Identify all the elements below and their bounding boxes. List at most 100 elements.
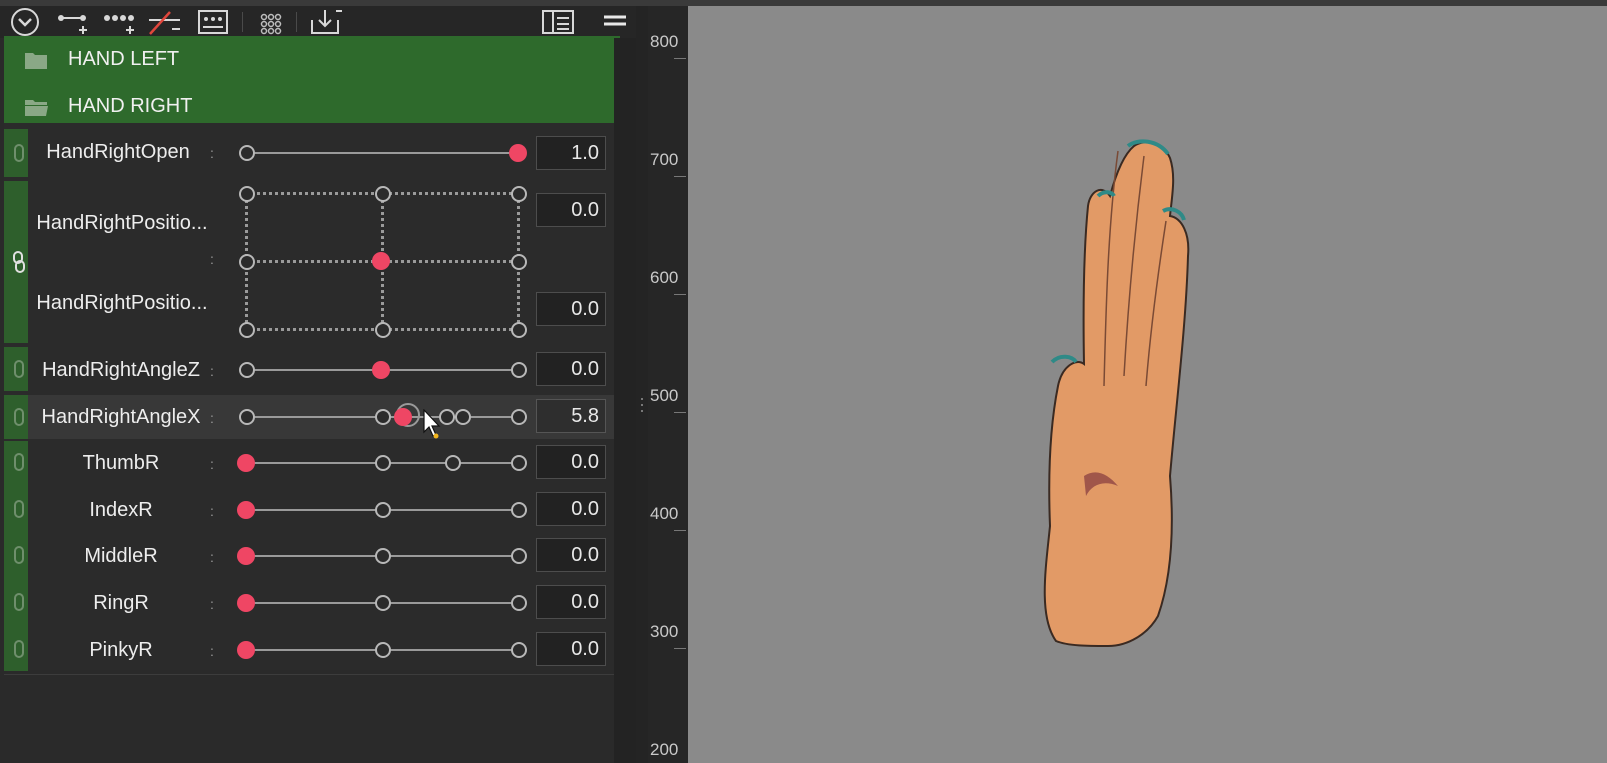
param-row-hand-right-angle-z: HandRightAngleZ : 0.0 xyxy=(28,350,614,390)
param-colon: : xyxy=(210,549,214,565)
ruler-tick xyxy=(674,294,686,295)
param-name: PinkyR xyxy=(89,639,153,661)
param-name: ThumbR xyxy=(82,452,160,474)
link-strip xyxy=(4,181,28,343)
param-name: HandRightPositio... xyxy=(36,212,208,234)
value-field[interactable]: 0.0 xyxy=(536,538,606,572)
keyform-node[interactable] xyxy=(239,145,255,161)
value-field[interactable]: 1.0 xyxy=(536,136,606,170)
param-list-icon[interactable] xyxy=(196,8,230,36)
keyform-node[interactable] xyxy=(239,186,255,202)
slider-knob[interactable] xyxy=(394,408,412,426)
keyform-node[interactable] xyxy=(239,254,255,270)
param-row-thumb-r: ThumbR : 0.0 xyxy=(28,443,614,483)
keyform-node[interactable] xyxy=(445,455,461,471)
keyform-node[interactable] xyxy=(511,642,527,658)
value-field[interactable]: 0.0 xyxy=(536,352,606,386)
slider-knob[interactable] xyxy=(237,501,255,519)
keyform-node[interactable] xyxy=(511,362,527,378)
group-label: HAND LEFT xyxy=(68,48,180,70)
keyform-node[interactable] xyxy=(511,502,527,518)
param-row-ring-r: RingR : 0.0 xyxy=(28,583,614,623)
keyform-node[interactable] xyxy=(375,642,391,658)
ruler-tick xyxy=(674,648,686,649)
slider-knob[interactable] xyxy=(237,641,255,659)
value-field[interactable]: 0.0 xyxy=(536,445,606,479)
group-hand-left[interactable]: HAND LEFT xyxy=(4,36,620,83)
keyform-node[interactable] xyxy=(511,409,527,425)
param-colon: : xyxy=(210,145,214,161)
ruler-label: 800 xyxy=(650,32,679,51)
param-row-middle-r: MiddleR : 0.0 xyxy=(28,536,614,576)
keyform-node[interactable] xyxy=(511,548,527,564)
keyform-node[interactable] xyxy=(375,409,391,425)
slider-knob[interactable] xyxy=(372,252,390,270)
keyform-node[interactable] xyxy=(239,409,255,425)
keyform-node[interactable] xyxy=(375,502,391,518)
toolbar-separator xyxy=(296,12,297,32)
slider-knob[interactable] xyxy=(509,144,527,162)
keyform-node[interactable] xyxy=(511,186,527,202)
keyform-node[interactable] xyxy=(375,455,391,471)
export-icon[interactable] xyxy=(308,8,346,36)
param-colon: : xyxy=(210,643,214,659)
link-icon[interactable] xyxy=(13,360,25,378)
vertical-ruler: 800 700 600 500 400 300 200 xyxy=(648,6,688,763)
param-row-pinky-r: PinkyR : 0.0 xyxy=(28,630,614,670)
view-toggle-icon[interactable] xyxy=(540,8,576,36)
mouse-cursor-icon xyxy=(423,409,441,439)
value-field[interactable]: 0.0 xyxy=(536,585,606,619)
param-row-index-r: IndexR : 0.0 xyxy=(28,490,614,530)
param-row-hand-right-open: HandRightOpen : 1.0 xyxy=(28,133,614,173)
param-colon: : xyxy=(210,596,214,612)
value-field[interactable]: 0.0 xyxy=(536,292,606,326)
link-icon[interactable] xyxy=(13,593,25,611)
link-strip xyxy=(4,441,28,671)
value-field[interactable]: 0.0 xyxy=(536,193,606,227)
value-field[interactable]: 0.0 xyxy=(536,492,606,526)
toolbar-separator xyxy=(242,12,243,32)
param-colon: : xyxy=(210,251,214,267)
link-icon[interactable] xyxy=(13,144,25,162)
value-field[interactable]: 5.8 xyxy=(536,399,606,433)
add-param-icon[interactable] xyxy=(56,8,92,36)
slider-knob[interactable] xyxy=(237,454,255,472)
panel-scrollbar[interactable] xyxy=(614,38,636,763)
collapse-icon[interactable] xyxy=(8,8,42,36)
keyform-node[interactable] xyxy=(455,409,471,425)
keyform-node[interactable] xyxy=(511,455,527,471)
grid-icon[interactable] xyxy=(256,8,286,36)
param-name: HandRightAngleX xyxy=(41,406,201,428)
slider-knob[interactable] xyxy=(237,594,255,612)
keyform-node[interactable] xyxy=(511,254,527,270)
link-icon[interactable] xyxy=(13,500,25,518)
panel-splitter[interactable] xyxy=(636,6,648,763)
keyform-node[interactable] xyxy=(375,595,391,611)
keyform-node[interactable] xyxy=(239,362,255,378)
delete-icon[interactable] xyxy=(146,8,184,36)
link-icon[interactable] xyxy=(13,546,25,564)
parameter-toolbar xyxy=(0,6,636,38)
link-icon[interactable] xyxy=(13,453,25,471)
slider-knob[interactable] xyxy=(372,361,390,379)
position-2d-grid[interactable] xyxy=(239,186,527,338)
link-icon[interactable] xyxy=(13,640,25,658)
value-field[interactable]: 0.0 xyxy=(536,632,606,666)
model-viewport[interactable] xyxy=(688,6,1607,763)
keyform-node[interactable] xyxy=(375,548,391,564)
link-icon[interactable] xyxy=(13,408,25,426)
menu-icon[interactable] xyxy=(600,8,630,36)
divider xyxy=(4,674,614,675)
param-name: HandRightPositio... xyxy=(36,292,208,314)
keyform-node[interactable] xyxy=(375,186,391,202)
add-group-icon[interactable] xyxy=(102,8,138,36)
slider-knob[interactable] xyxy=(237,547,255,565)
keyform-node[interactable] xyxy=(375,322,391,338)
keyform-node[interactable] xyxy=(511,322,527,338)
hand-model xyxy=(1043,139,1190,648)
param-name: HandRightAngleZ xyxy=(42,359,200,381)
slider-track[interactable] xyxy=(246,152,518,154)
link-icon[interactable] xyxy=(13,251,25,273)
keyform-node[interactable] xyxy=(239,322,255,338)
keyform-node[interactable] xyxy=(511,595,527,611)
